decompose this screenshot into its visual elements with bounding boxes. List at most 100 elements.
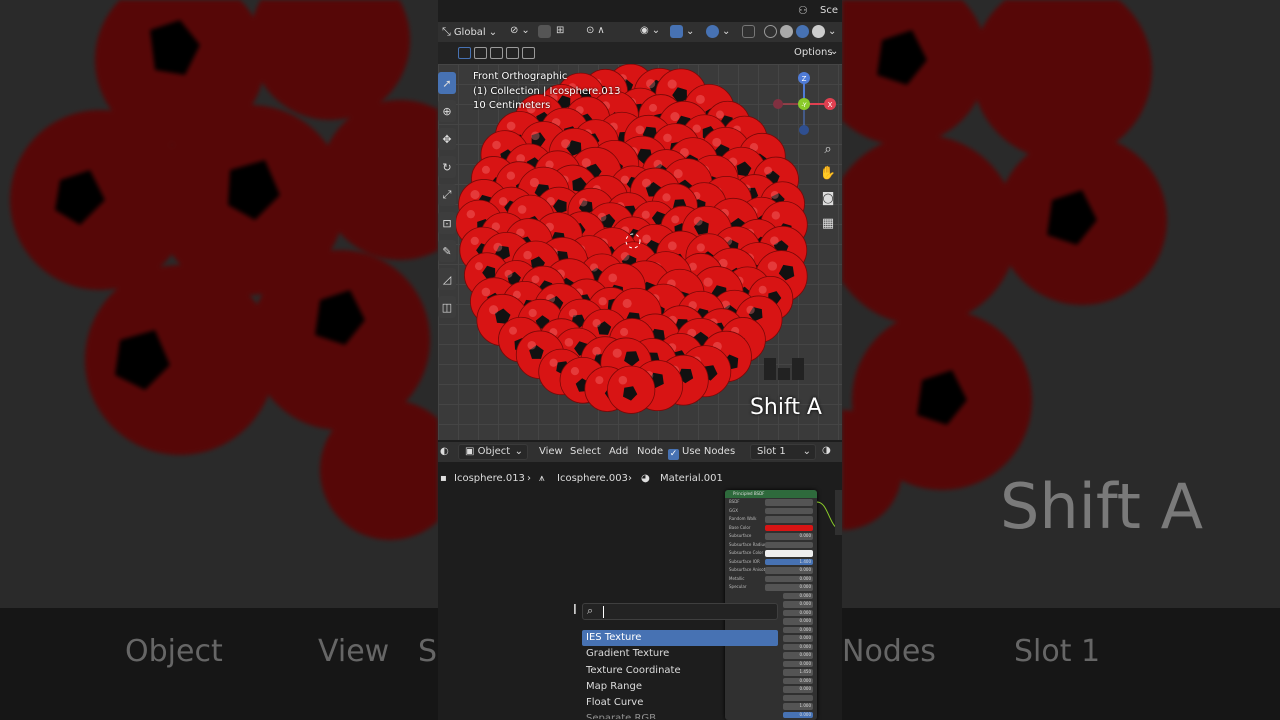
select-extend-icon[interactable] — [474, 47, 487, 59]
pivot-dropdown[interactable]: ⊘ ⌄ — [510, 25, 530, 36]
socket-value[interactable] — [783, 694, 813, 701]
material-browse-icon[interactable]: ◑ — [822, 445, 831, 456]
search-result-item[interactable]: Texture Coordinate — [582, 663, 778, 679]
snap-dropdown[interactable]: ⊞ — [556, 25, 564, 36]
socket-value[interactable]: 0.000 — [783, 626, 813, 633]
shading-buttons[interactable]: ⌄ — [764, 25, 836, 38]
node-socket-row[interactable]: Subsurface IOR 1.400 — [729, 558, 813, 567]
search-result-item[interactable]: Float Curve — [582, 695, 778, 711]
zoom-icon[interactable]: ⌕ — [818, 139, 838, 159]
ball-highlight — [506, 171, 516, 180]
transform-tool[interactable]: ⊡ — [438, 212, 456, 234]
node-socket-row[interactable]: Subsurface Anisotropy 0.000 — [729, 566, 813, 575]
socket-value[interactable]: 0.000 — [783, 711, 813, 718]
select-intersect-icon[interactable] — [522, 47, 535, 59]
socket-value[interactable]: 1.000 — [783, 703, 813, 710]
socket-value[interactable]: 0.000 — [765, 567, 813, 574]
add-cube-tool[interactable]: ◫ — [438, 296, 456, 318]
pan-hand-icon[interactable]: ✋ — [818, 163, 838, 183]
socket-value[interactable]: 0.000 — [783, 635, 813, 642]
node-socket-row[interactable]: Random Walk — [729, 515, 813, 524]
ortho-grid-icon[interactable]: ▦ — [818, 213, 838, 233]
breadcrumb-object[interactable]: Icosphere.013 — [454, 473, 525, 484]
slot-dropdown[interactable]: Slot 1 ⌄ — [750, 444, 816, 460]
camera-icon[interactable]: ◙ — [818, 188, 838, 208]
socket-value[interactable] — [765, 516, 813, 523]
navigation-gizmo[interactable]: Z -Y X — [768, 70, 838, 140]
search-result-item[interactable]: Map Range — [582, 679, 778, 695]
overlay-toggle[interactable]: ⌄ — [706, 25, 730, 38]
editor-type-icon[interactable]: ◐ — [440, 446, 449, 457]
3d-viewport[interactable]: ➚ ⊕ ✥ ↻ ⤢ ⊡ ✎ ◿ ◫ Front Orthographic (1)… — [438, 64, 842, 440]
node-socket-row[interactable]: Subsurface Radius — [729, 541, 813, 550]
cursor-tool[interactable]: ⊕ — [438, 100, 456, 122]
proportional-toggle[interactable]: ⊙ ∧ — [586, 25, 605, 36]
select-invert-icon[interactable] — [506, 47, 519, 59]
socket-value[interactable]: 0.000 — [765, 575, 813, 582]
node-socket-row[interactable]: Subsurface Color — [729, 549, 813, 558]
menu-view[interactable]: View — [539, 446, 563, 457]
wireframe-shading-icon[interactable] — [764, 25, 777, 38]
socket-value[interactable]: 0.000 — [783, 592, 813, 599]
socket-value[interactable]: 0.000 — [783, 677, 813, 684]
solid-shading-icon[interactable] — [780, 25, 793, 38]
visibility-dropdown[interactable]: ◉ ⌄ — [640, 25, 660, 36]
search-result-item[interactable]: Gradient Texture — [582, 646, 778, 662]
node-socket-row[interactable]: Subsurface 0.000 — [729, 532, 813, 541]
select-box-tool[interactable]: ➚ — [438, 72, 456, 94]
select-new-icon[interactable] — [458, 47, 471, 59]
socket-value[interactable]: 0.000 — [783, 618, 813, 625]
socket-value[interactable] — [765, 499, 813, 506]
chevron-down-icon: ⌄ — [830, 46, 839, 57]
socket-value[interactable]: 0.000 — [765, 584, 813, 591]
socket-value[interactable]: 0.000 — [783, 686, 813, 693]
rendered-shading-icon[interactable] — [812, 25, 825, 38]
socket-value[interactable]: 0.000 — [783, 652, 813, 659]
socket-value[interactable]: 1.400 — [765, 558, 813, 565]
search-result-item[interactable]: Separate RGB — [582, 711, 778, 719]
node-socket-row[interactable]: Metallic 0.000 — [729, 575, 813, 584]
socket-value[interactable] — [765, 507, 813, 514]
scale-tool[interactable]: ⤢ — [438, 184, 456, 206]
node-socket-row[interactable]: GGX — [729, 507, 813, 516]
socket-value[interactable]: 1.450 — [783, 669, 813, 676]
move-tool[interactable]: ✥ — [438, 128, 456, 150]
gizmo-toggle[interactable]: ⌄ — [670, 25, 694, 38]
annotate-tool[interactable]: ✎ — [438, 240, 456, 262]
socket-value[interactable]: 0.000 — [765, 533, 813, 540]
socket-value[interactable] — [765, 524, 813, 531]
socket-value[interactable]: 0.000 — [783, 660, 813, 667]
node-socket-row[interactable]: BSDF — [729, 498, 813, 507]
scene-label[interactable]: Sce — [820, 5, 838, 16]
node-socket-row[interactable]: Specular 0.000 — [729, 583, 813, 592]
rotate-tool[interactable]: ↻ — [438, 156, 456, 178]
xray-toggle[interactable] — [742, 25, 755, 38]
breadcrumb-mesh[interactable]: Icosphere.003 — [557, 473, 628, 484]
socket-value[interactable]: 0.000 — [783, 609, 813, 616]
menu-add[interactable]: Add — [609, 446, 628, 457]
use-nodes-checkbox[interactable]: ✓ Use Nodes — [668, 446, 735, 460]
options-dropdown[interactable]: Options — [794, 47, 833, 58]
menu-node[interactable]: Node — [637, 446, 663, 457]
snap-icon — [538, 25, 551, 38]
node-socket-row[interactable]: 0.000 — [729, 592, 813, 601]
snap-toggle[interactable] — [538, 25, 551, 38]
search-result-item[interactable]: IES Texture — [582, 630, 778, 647]
top-bar: ⚇ Sce — [438, 0, 842, 22]
ball-highlight — [712, 137, 722, 147]
socket-value[interactable]: 0.000 — [783, 643, 813, 650]
scene-icon[interactable]: ⚇ — [798, 4, 808, 17]
menu-select[interactable]: Select — [570, 446, 601, 457]
socket-value[interactable] — [765, 541, 813, 548]
transform-orientation-dropdown[interactable]: ⤡ Global ⌄ — [442, 25, 497, 39]
select-subtract-icon[interactable] — [490, 47, 503, 59]
measure-tool[interactable]: ◿ — [438, 268, 456, 290]
breadcrumb-material[interactable]: Material.001 — [660, 473, 723, 484]
gizmo-x-label: X — [828, 101, 833, 109]
socket-value[interactable] — [765, 550, 813, 557]
socket-value[interactable]: 0.000 — [783, 601, 813, 608]
object-mode-dropdown[interactable]: ▣ Object ⌄ — [458, 444, 528, 460]
node-socket-row[interactable]: Base Color — [729, 524, 813, 533]
node-search-input[interactable]: ⌕ — [582, 603, 778, 620]
material-shading-icon[interactable] — [796, 25, 809, 38]
